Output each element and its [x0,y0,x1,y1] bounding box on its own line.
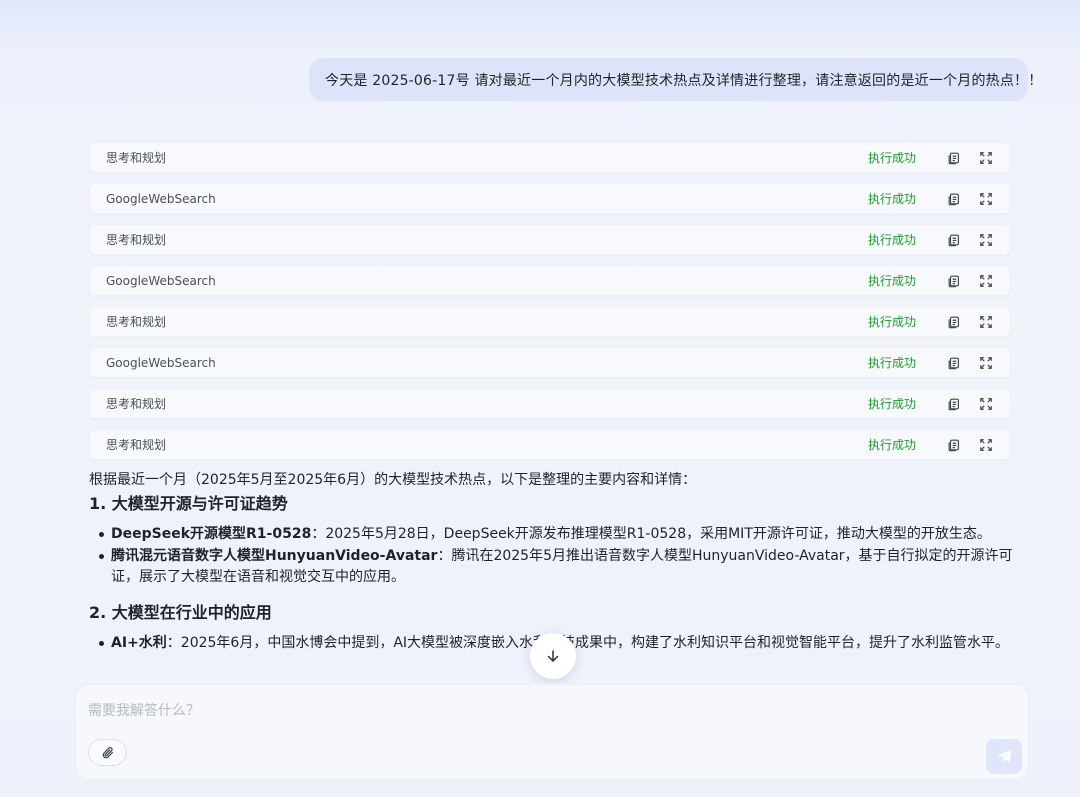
step-row[interactable]: 思考和规划 执行成功 [89,224,1011,255]
user-message-bubble: 今天是 2025-06-17号 请对最近一个月内的大模型技术热点及详情进行整理，… [309,58,1042,101]
copy-icon[interactable] [946,396,962,412]
step-row[interactable]: 思考和规划 执行成功 [89,429,1011,460]
scroll-to-bottom-button[interactable] [530,633,576,679]
step-name: 思考和规划 [106,438,167,452]
step-status: 执行成功 [867,192,916,206]
step-row[interactable]: GoogleWebSearch 执行成功 [89,347,1011,378]
expand-icon[interactable] [978,396,994,412]
step-row[interactable]: 思考和规划 执行成功 [89,142,1011,173]
user-message-text: 今天是 2025-06-17号 请对最近一个月内的大模型技术热点及详情进行整理，… [325,72,1043,89]
step-status: 执行成功 [867,315,916,329]
step-list: 思考和规划 执行成功 GoogleWebSearch 执行成功 思考和规划 执行… [89,142,1011,470]
step-name: GoogleWebSearch [106,355,216,370]
step-name: 思考和规划 [106,151,167,165]
top-fade [0,0,1080,52]
item-title: AI+水利 [111,635,167,651]
step-name: 思考和规划 [106,397,167,411]
item-text: ：2025年6月，中国水博会中提到，AI大模型被深度嵌入水利科技成果中，构建了水… [166,635,1010,651]
chat-input-box [75,684,1029,780]
copy-icon[interactable] [946,437,962,453]
send-button[interactable] [986,739,1022,774]
step-row[interactable]: 思考和规划 执行成功 [89,388,1011,419]
section-heading: 1. 大模型开源与许可证趋势 [89,494,288,513]
paperclip-icon [101,746,115,760]
expand-icon[interactable] [978,273,994,289]
list-item: 腾讯混元语音数字人模型HunyuanVideo-Avatar：腾讯在2025年5… [89,546,1014,588]
copy-icon[interactable] [946,314,962,330]
step-status: 执行成功 [867,274,916,288]
step-name: 思考和规划 [106,233,167,247]
copy-icon[interactable] [946,191,962,207]
send-icon [996,748,1013,765]
assistant-answer: 根据最近一个月（2025年5月至2025年6月）的大模型技术热点，以下是整理的主… [89,470,1014,655]
expand-icon[interactable] [978,314,994,330]
item-title: DeepSeek开源模型R1-0528 [111,526,312,542]
answer-intro: 根据最近一个月（2025年5月至2025年6月）的大模型技术热点，以下是整理的主… [89,472,697,488]
step-name: 思考和规划 [106,315,167,329]
attach-button[interactable] [88,739,127,766]
copy-icon[interactable] [946,355,962,371]
copy-icon[interactable] [946,232,962,248]
step-name: GoogleWebSearch [106,273,216,288]
arrow-down-icon [545,648,561,664]
expand-icon[interactable] [978,232,994,248]
expand-icon[interactable] [978,355,994,371]
bullet-list: DeepSeek开源模型R1-0528：2025年5月28日，DeepSeek开… [89,524,1014,588]
expand-icon[interactable] [978,150,994,166]
step-status: 执行成功 [867,151,916,165]
expand-icon[interactable] [978,191,994,207]
chat-input[interactable] [88,699,968,723]
step-row[interactable]: 思考和规划 执行成功 [89,306,1011,337]
step-name: GoogleWebSearch [106,191,216,206]
step-status: 执行成功 [867,233,916,247]
step-row[interactable]: GoogleWebSearch 执行成功 [89,183,1011,214]
expand-icon[interactable] [978,437,994,453]
copy-icon[interactable] [946,150,962,166]
step-row[interactable]: GoogleWebSearch 执行成功 [89,265,1011,296]
list-item: DeepSeek开源模型R1-0528：2025年5月28日，DeepSeek开… [89,524,1014,545]
item-title: 腾讯混元语音数字人模型HunyuanVideo-Avatar [111,548,438,564]
step-status: 执行成功 [867,397,916,411]
step-status: 执行成功 [867,356,916,370]
copy-icon[interactable] [946,273,962,289]
item-text: ：2025年5月28日，DeepSeek开源发布推理模型R1-0528，采用MI… [311,526,991,542]
step-status: 执行成功 [867,438,916,452]
section-heading: 2. 大模型在行业中的应用 [89,603,272,622]
